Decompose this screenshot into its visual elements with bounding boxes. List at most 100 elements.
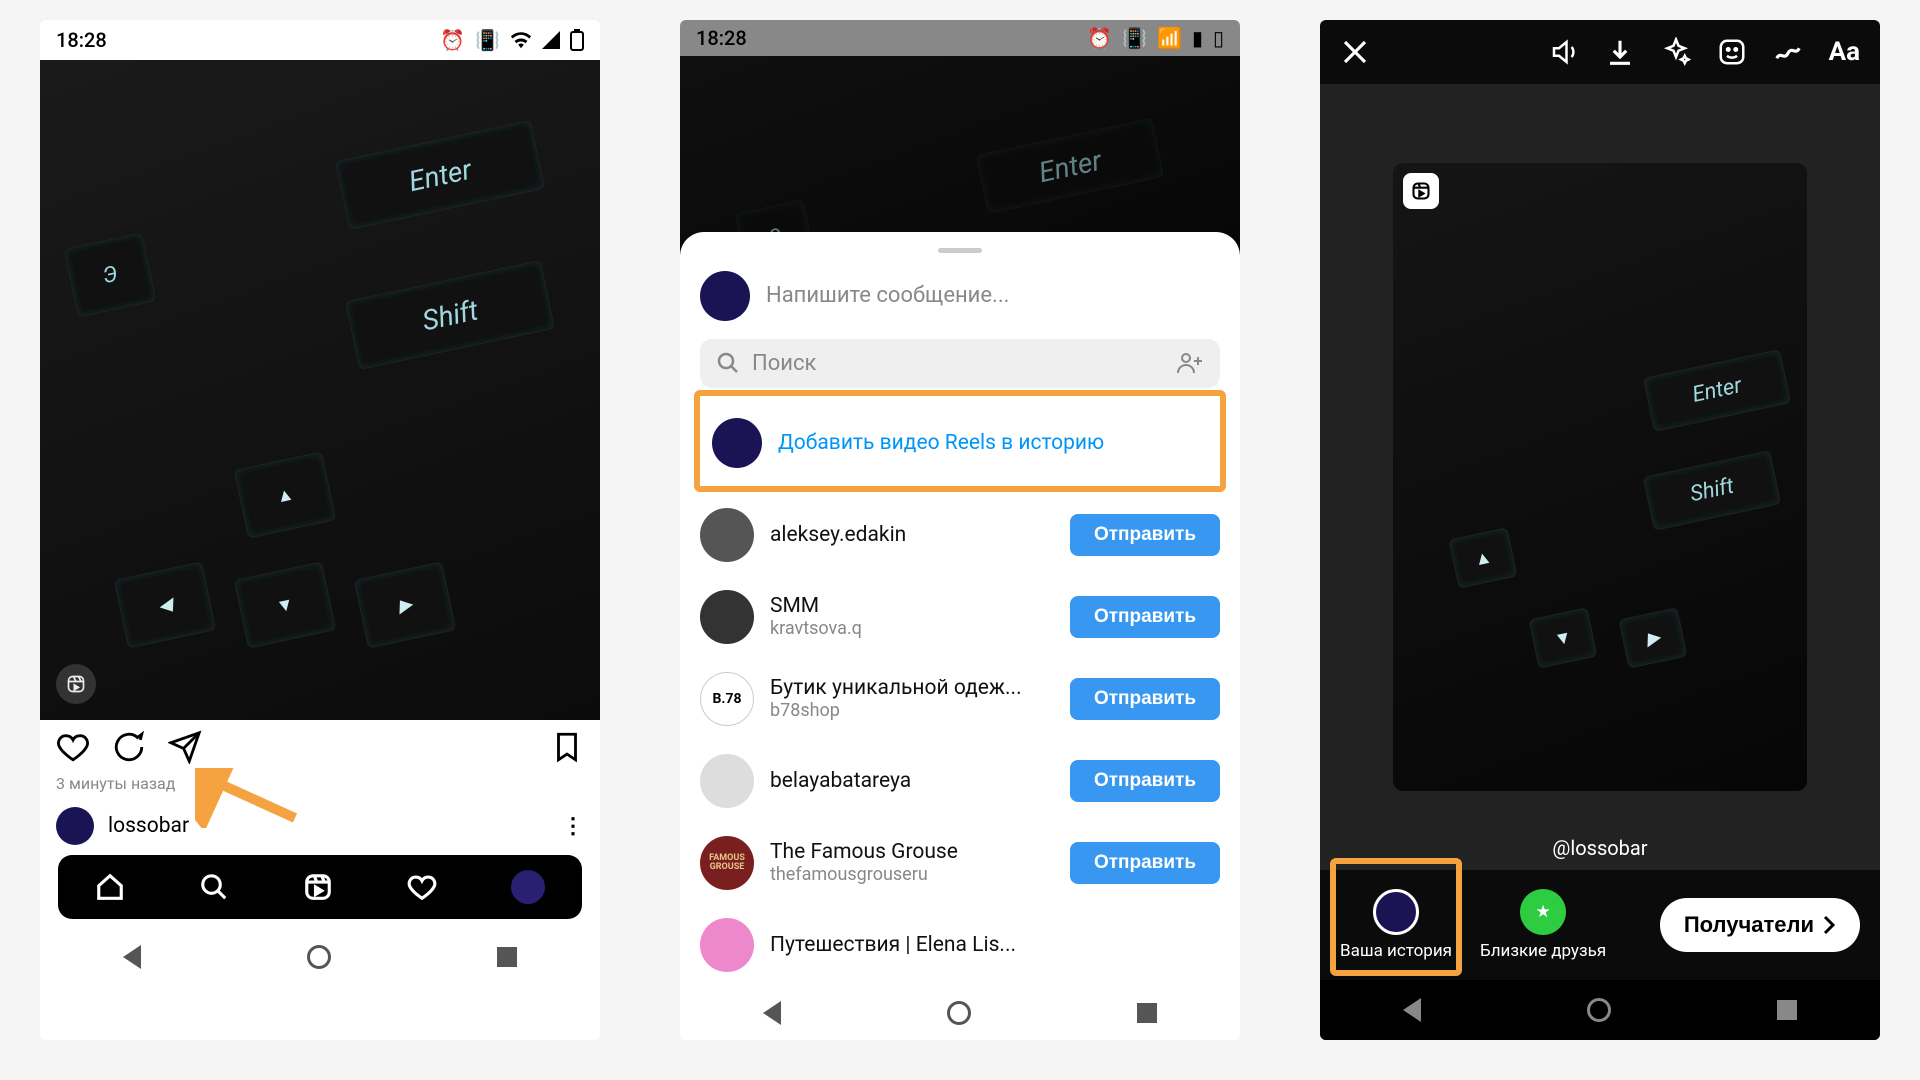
status-bar: 18:28 ⏰ 📳	[40, 20, 600, 60]
message-input[interactable]: Напишите сообщение...	[766, 283, 1009, 308]
share-icon[interactable]	[168, 730, 202, 764]
story-media-preview[interactable]: Enter Shift ▲ ▼ ▶	[1393, 163, 1807, 792]
post-timestamp: 3 минуты назад	[40, 774, 600, 803]
recipients-label: Получатели	[1684, 912, 1814, 938]
reels-nav-icon[interactable]	[303, 872, 333, 902]
download-icon[interactable]	[1605, 37, 1635, 67]
your-story-button[interactable]: Ваша история	[1340, 889, 1452, 961]
android-home[interactable]	[307, 945, 331, 969]
send-button[interactable]: Отправить	[1070, 596, 1220, 638]
avatar	[700, 590, 754, 644]
android-nav-bar	[1320, 980, 1880, 1040]
app-bottom-nav	[58, 855, 582, 919]
star-icon: ★	[1520, 889, 1566, 935]
avatar: B.78	[700, 672, 754, 726]
avatar	[712, 418, 762, 468]
recipients-button[interactable]: Получатели	[1660, 898, 1860, 952]
effects-icon[interactable]	[1661, 37, 1691, 67]
android-nav-bar	[40, 927, 600, 987]
reels-badge-icon	[56, 664, 96, 704]
post-media[interactable]: Enter Shift Э ▲ ◀ ▼ ▶	[40, 60, 600, 720]
chevron-right-icon	[1822, 915, 1836, 935]
android-recent[interactable]	[1777, 1000, 1797, 1020]
activity-icon[interactable]	[407, 872, 437, 902]
signal-icon	[542, 31, 560, 49]
android-back[interactable]	[763, 1001, 781, 1025]
send-button[interactable]: Отправить	[1070, 842, 1220, 884]
screenshot-share-sheet: 18:28 ⏰ 📳 📶 ▮ ▯ Enter Э Напишите сообщен…	[680, 20, 1240, 1040]
status-bar: 18:28 ⏰ 📳 📶 ▮ ▯	[680, 20, 1240, 56]
close-friends-label: Близкие друзья	[1480, 941, 1606, 961]
status-time: 18:28	[696, 26, 747, 50]
next-post-header[interactable]: lossobar ⋮	[40, 803, 600, 855]
comment-icon[interactable]	[112, 730, 146, 764]
share-sheet: Напишите сообщение... Поиск Добавить вид…	[680, 232, 1240, 986]
android-recent[interactable]	[1137, 1003, 1157, 1023]
add-to-story-label: Добавить видео Reels в историю	[778, 431, 1104, 455]
close-friends-button[interactable]: ★ Близкие друзья	[1480, 889, 1606, 961]
avatar	[700, 918, 754, 972]
post-media-dimmed: Enter Э	[680, 56, 1240, 255]
wifi-icon	[510, 31, 532, 49]
sound-icon[interactable]	[1549, 37, 1579, 67]
annotation-highlight: Добавить видео Reels в историю	[694, 390, 1226, 492]
bookmark-icon[interactable]	[550, 730, 584, 764]
battery-icon	[570, 29, 584, 51]
sticker-icon[interactable]	[1717, 37, 1747, 67]
android-home[interactable]	[947, 1001, 971, 1025]
send-button[interactable]: Отправить	[1070, 514, 1220, 556]
contact-row[interactable]: B.78 Бутик уникальной одеж... b78shop От…	[700, 658, 1220, 740]
add-user-icon[interactable]	[1176, 351, 1204, 375]
signal-icon: ▮	[1192, 26, 1203, 50]
contact-row[interactable]: Путешествия | Elena Lis...	[700, 904, 1220, 986]
story-canvas[interactable]: Enter Shift ▲ ▼ ▶ @lossobar	[1320, 84, 1880, 870]
contact-name: Путешествия | Elena Lis...	[770, 933, 1220, 957]
close-icon[interactable]	[1340, 37, 1370, 67]
contact-row[interactable]: aleksey.edakin Отправить	[700, 494, 1220, 576]
screenshot-feed: 18:28 ⏰ 📳 Enter Shift Э ▲ ◀ ▼ ▶	[40, 20, 600, 1040]
vibrate-icon: 📳	[475, 28, 500, 52]
vibrate-icon: 📳	[1122, 26, 1147, 50]
reels-chip-icon	[1403, 173, 1439, 209]
story-bottom-bar: Ваша история ★ Близкие друзья Получатели	[1320, 870, 1880, 980]
send-button[interactable]: Отправить	[1070, 760, 1220, 802]
story-attribution[interactable]: @lossobar	[1320, 836, 1880, 860]
message-row[interactable]: Напишите сообщение...	[700, 267, 1220, 339]
text-icon[interactable]: Aa	[1829, 37, 1860, 67]
draw-icon[interactable]	[1773, 37, 1803, 67]
your-story-label: Ваша история	[1340, 941, 1452, 961]
wifi-icon: 📶	[1157, 26, 1182, 50]
story-editor-toolbar: Aa	[1320, 20, 1880, 84]
contact-sub: thefamousgrouseru	[770, 864, 1054, 885]
avatar	[56, 807, 94, 845]
status-icons: ⏰ 📳	[440, 28, 584, 52]
contact-row[interactable]: FAMOUSGROUSE The Famous Grouse thefamous…	[700, 822, 1220, 904]
username: lossobar	[108, 814, 189, 838]
profile-avatar[interactable]	[511, 870, 545, 904]
android-nav-bar	[680, 986, 1240, 1040]
search-icon[interactable]	[199, 872, 229, 902]
android-back[interactable]	[1403, 998, 1421, 1022]
contact-row[interactable]: belayabatareya Отправить	[700, 740, 1220, 822]
contact-row[interactable]: SMM kravtsova.q Отправить	[700, 576, 1220, 658]
android-back[interactable]	[123, 945, 141, 969]
search-box[interactable]: Поиск	[700, 339, 1220, 388]
sheet-drag-handle[interactable]	[938, 248, 982, 253]
like-icon[interactable]	[56, 730, 90, 764]
avatar	[1373, 889, 1419, 935]
contact-name: The Famous Grouse	[770, 840, 1054, 864]
android-recent[interactable]	[497, 947, 517, 967]
post-actions	[40, 720, 600, 774]
add-to-story-button[interactable]: Добавить видео Reels в историю	[704, 402, 1216, 484]
more-icon[interactable]: ⋮	[562, 814, 584, 839]
send-button[interactable]: Отправить	[1070, 678, 1220, 720]
android-home[interactable]	[1587, 998, 1611, 1022]
contact-name: belayabatareya	[770, 769, 1054, 793]
avatar	[700, 508, 754, 562]
status-icons: ⏰ 📳 📶 ▮ ▯	[1087, 26, 1224, 50]
alarm-icon: ⏰	[1087, 26, 1112, 50]
home-icon[interactable]	[95, 872, 125, 902]
avatar	[700, 754, 754, 808]
battery-icon: ▯	[1213, 26, 1224, 50]
search-placeholder: Поиск	[752, 351, 816, 376]
